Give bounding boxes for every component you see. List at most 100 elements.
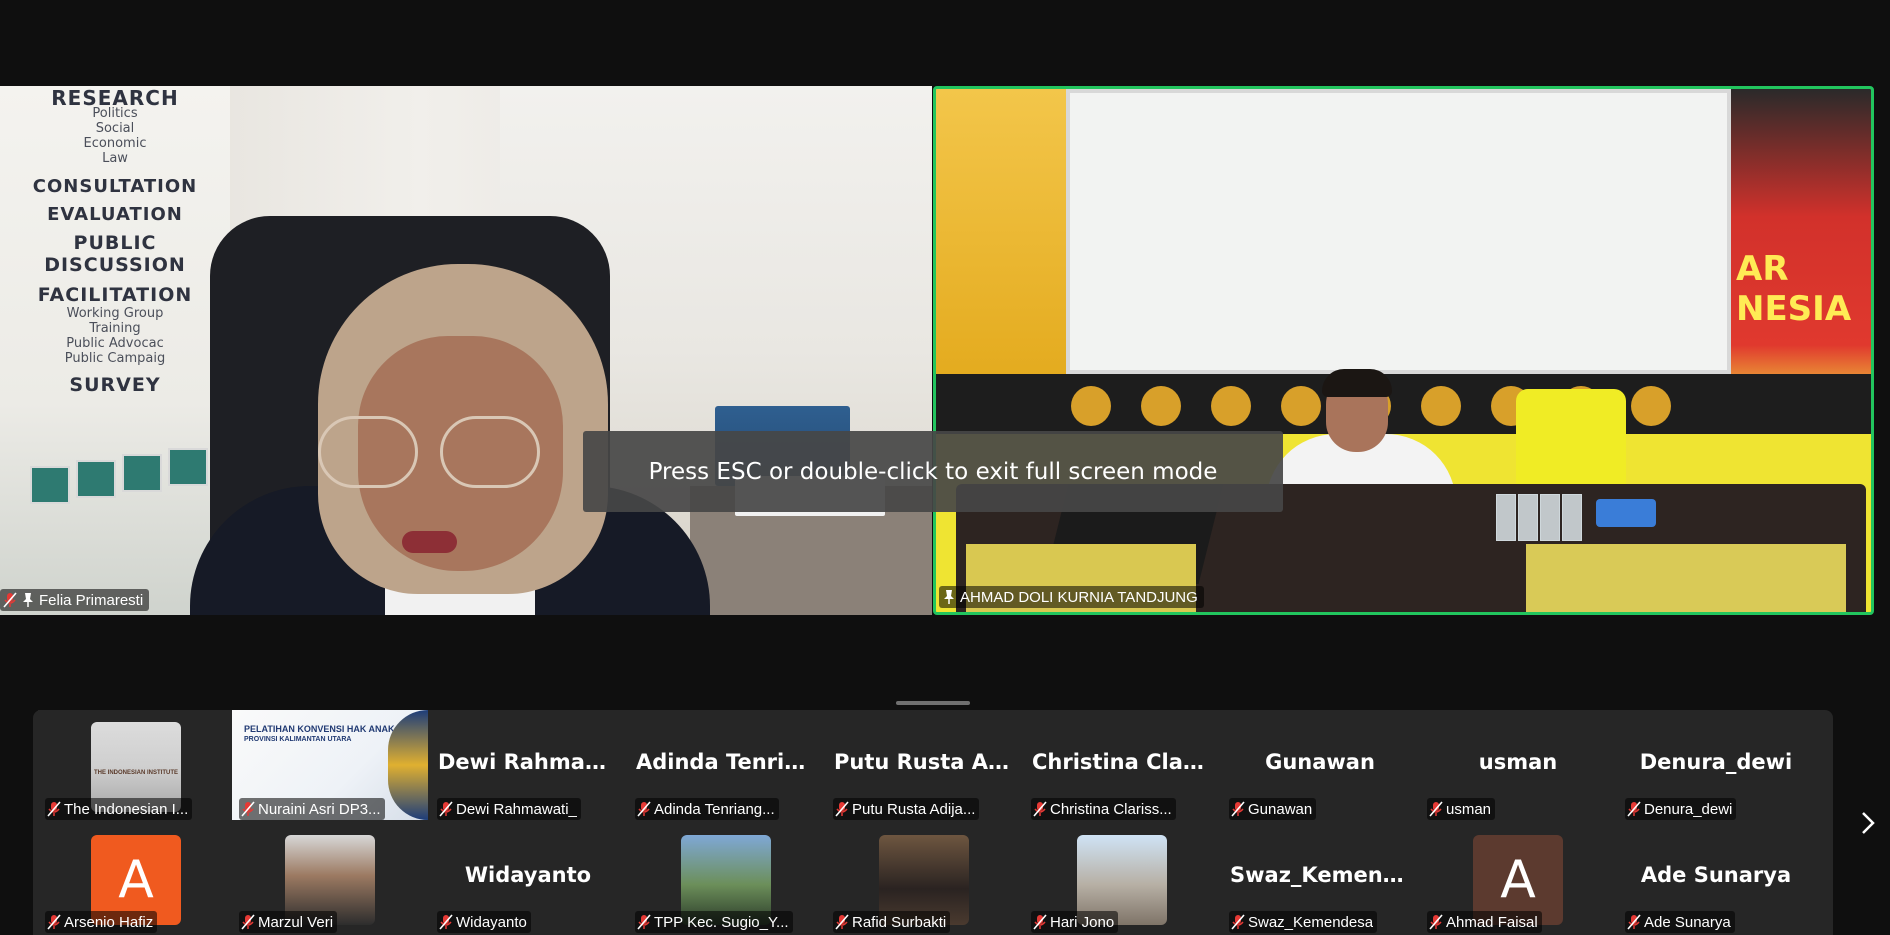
- gallery-participant-tile[interactable]: usman usman: [1420, 710, 1616, 820]
- gallery-name-label: Nuraini Asri DP3...: [239, 798, 385, 820]
- gallery-participant-tile[interactable]: PELATIHAN KONVENSI HAK ANAK (KHA PROVINSI…: [232, 710, 428, 820]
- mic-off-icon: [1429, 801, 1443, 817]
- participant-display-name: Swaz_Kemendesa: [1230, 863, 1418, 887]
- gallery-participant-tile[interactable]: Denura_dewi Denura_dewi: [1618, 710, 1814, 820]
- participant-name: Swaz_Kemendesa: [1248, 913, 1374, 931]
- tissue-box: [1596, 499, 1656, 527]
- mic-off-icon: [835, 801, 849, 817]
- gallery-name-label: Ahmad Faisal: [1427, 911, 1542, 933]
- video-tile-ahmad[interactable]: AR NESIA AHMAD DOLI KURNIA TANDJUNG: [933, 86, 1874, 615]
- mic-off-icon: [1231, 801, 1245, 817]
- participant-name: Dewi Rahmawati_: [456, 800, 577, 818]
- mic-off-icon: [47, 801, 61, 817]
- mic-off-icon: [3, 592, 17, 608]
- participant-name: Widayanto: [456, 913, 527, 931]
- gallery-participant-tile[interactable]: A Arsenio Hafiz: [38, 823, 234, 933]
- participant-display-name: Widayanto: [464, 863, 592, 887]
- banner-facilitation: FACILITATION: [37, 284, 193, 306]
- banner-public: PUBLIC: [73, 232, 157, 254]
- participant-name: Arsenio Hafiz: [64, 913, 154, 931]
- participant-name: usman: [1446, 800, 1492, 818]
- gallery-name-label: Marzul Veri: [239, 911, 338, 933]
- banner-discussion: DISCUSSION: [44, 254, 186, 276]
- participant-display-name: Gunawan: [1265, 750, 1375, 774]
- fullscreen-exit-toast: Press ESC or double-click to exit full s…: [583, 431, 1283, 512]
- participant-display-name: Adinda Tenrian...: [636, 750, 824, 774]
- gallery-name-label: Denura_dewi: [1625, 798, 1737, 820]
- banner-cards: [30, 446, 210, 526]
- mic-off-icon: [1033, 801, 1047, 817]
- tile-name-label: AHMAD DOLI KURNIA TANDJUNG: [939, 586, 1204, 608]
- mic-off-icon: [1429, 914, 1443, 930]
- whiteboard: [1066, 89, 1731, 374]
- banner-survey: SURVEY: [69, 374, 161, 396]
- pin-icon: [942, 589, 956, 605]
- chevron-right-icon: [1862, 812, 1875, 834]
- gallery-name-label: Gunawan: [1229, 798, 1317, 820]
- participant-glasses: [318, 416, 540, 488]
- gallery-participant-tile[interactable]: Ade Sunarya Ade Sunarya: [1618, 823, 1814, 933]
- video-tile-felia[interactable]: RESEARCH Politics Social Economic Law CO…: [0, 86, 932, 615]
- gallery-participant-tile[interactable]: Adinda Tenrian... Adinda Tenriang...: [628, 710, 824, 820]
- participant-name: Denura_dewi: [1644, 800, 1733, 818]
- logo-strip: [936, 374, 1871, 434]
- mic-off-icon: [1033, 914, 1047, 930]
- mic-off-icon: [1231, 914, 1245, 930]
- mic-off-icon: [835, 914, 849, 930]
- participant-name: Hari Jono: [1050, 913, 1115, 931]
- mic-off-icon: [439, 801, 453, 817]
- gallery-participant-tile[interactable]: A Ahmad Faisal: [1420, 823, 1616, 933]
- gallery-participant-tile[interactable]: Rafid Surbakti: [826, 823, 1022, 933]
- participant-hair: [1322, 369, 1392, 397]
- gallery-participant-tile[interactable]: Dewi Rahmawati_ Dewi Rahmawati_: [430, 710, 626, 820]
- participant-name: Marzul Veri: [258, 913, 334, 931]
- banner-facilitation-item: Training: [89, 321, 141, 336]
- gallery-participant-tile[interactable]: Christina Clariss... Christina Clariss...: [1024, 710, 1220, 820]
- participant-lips: [402, 531, 457, 553]
- banner-consultation: CONSULTATION: [32, 176, 198, 197]
- gallery-name-label: Swaz_Kemendesa: [1229, 911, 1378, 933]
- participant-display-name: usman: [1478, 750, 1558, 774]
- participant-display-name: Christina Clariss...: [1032, 750, 1220, 774]
- gallery-participant-tile[interactable]: TPP Kec. Sugio_Y...: [628, 823, 824, 933]
- meeting-stage: RESEARCH Politics Social Economic Law CO…: [0, 0, 1890, 935]
- banner-research-item: Law: [102, 151, 128, 166]
- participant-name: Nuraini Asri DP3...: [258, 800, 381, 818]
- gallery-participant-tile[interactable]: THE INDONESIAN INSTITUTE The Indonesian I…: [38, 710, 234, 820]
- gallery-participant-tile[interactable]: Putu Rusta Adij... Putu Rusta Adija...: [826, 710, 1022, 820]
- participant-name: TPP Kec. Sugio_Y...: [654, 913, 789, 931]
- pin-icon: [21, 592, 35, 608]
- gallery-participant-tile[interactable]: Hari Jono: [1024, 823, 1220, 933]
- gallery-participant-tile[interactable]: Swaz_Kemendesa Swaz_Kemendesa: [1222, 823, 1418, 933]
- mic-off-icon: [1627, 914, 1641, 930]
- participant-gallery: THE INDONESIAN INSTITUTE The Indonesian I…: [33, 710, 1833, 935]
- participant-display-name: Dewi Rahmawati_: [438, 750, 626, 774]
- next-page-button[interactable]: [1855, 805, 1881, 841]
- mic-off-icon: [637, 801, 651, 817]
- gallery-participant-tile[interactable]: Marzul Veri: [232, 823, 428, 933]
- mic-off-icon: [241, 914, 255, 930]
- background-poster-left: [936, 89, 1066, 409]
- gallery-resize-handle[interactable]: [896, 701, 970, 705]
- gallery-name-label: usman: [1427, 798, 1496, 820]
- gallery-name-label: Putu Rusta Adija...: [833, 798, 980, 820]
- gallery-participant-tile[interactable]: Gunawan Gunawan: [1222, 710, 1418, 820]
- participant-display-name: Denura_dewi: [1639, 750, 1793, 774]
- participant-name: Christina Clariss...: [1050, 800, 1172, 818]
- mic-off-icon: [637, 914, 651, 930]
- gallery-name-label: Widayanto: [437, 911, 531, 933]
- water-glasses: [1496, 494, 1586, 544]
- gallery-participant-tile[interactable]: Widayanto Widayanto: [430, 823, 626, 933]
- participant-name: Felia Primaresti: [39, 591, 144, 609]
- banner-evaluation: EVALUATION: [47, 204, 183, 225]
- participant-display-name: Putu Rusta Adij...: [834, 750, 1022, 774]
- mic-off-icon: [1627, 801, 1641, 817]
- participant-name: Putu Rusta Adija...: [852, 800, 976, 818]
- gallery-name-label: The Indonesian I...: [45, 798, 193, 820]
- thumbnail-decoration: [388, 710, 428, 820]
- avatar-caption: THE INDONESIAN INSTITUTE: [93, 770, 178, 776]
- banner-research-item: Politics: [92, 106, 138, 121]
- participant-name: Gunawan: [1248, 800, 1313, 818]
- participant-name: Rafid Surbakti: [852, 913, 947, 931]
- gallery-name-label: Rafid Surbakti: [833, 911, 951, 933]
